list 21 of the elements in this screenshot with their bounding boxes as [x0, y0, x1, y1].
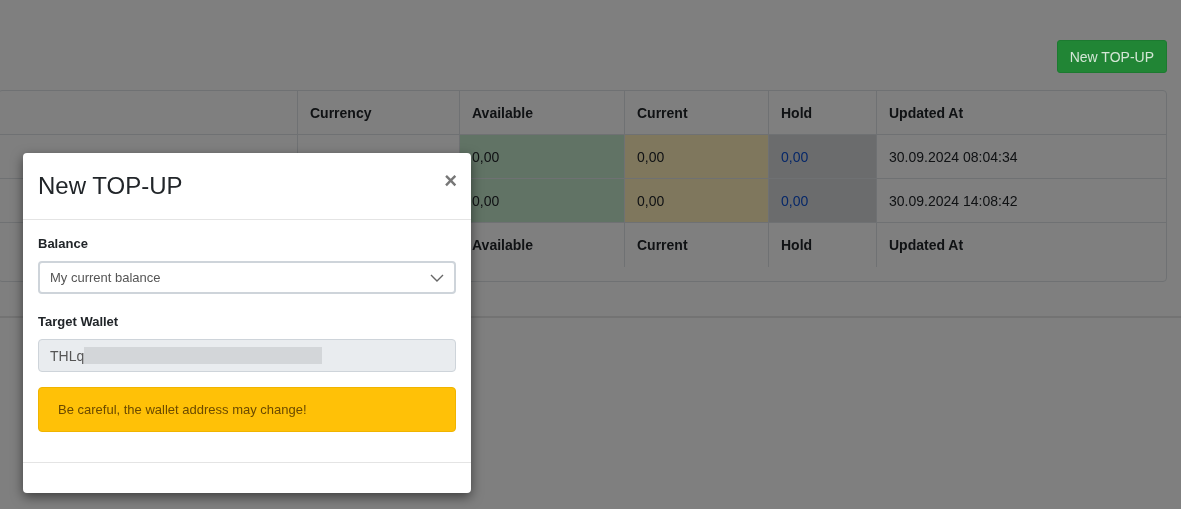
- column-footer: Current: [625, 223, 769, 267]
- table-cell: 0,00: [769, 179, 877, 223]
- modal-title: New TOP-UP: [38, 172, 183, 200]
- field-label: Target Wallet: [38, 314, 120, 329]
- column-header: Updated At: [877, 91, 1166, 135]
- warning-alert: Be careful, the wallet address may change!: [38, 387, 456, 432]
- table-cell: 0,00: [460, 135, 625, 179]
- new-top-up-button[interactable]: New TOP-UP: [1056, 40, 1167, 73]
- table-cell: 0,00: [625, 179, 769, 223]
- column-footer: Hold: [769, 223, 877, 267]
- balance-select[interactable]: My current balance: [38, 261, 456, 294]
- close-button[interactable]: ×: [444, 170, 457, 192]
- column-header: Currency: [298, 91, 460, 135]
- wallet-field[interactable]: THLq: [38, 339, 456, 372]
- column-footer: Updated At: [877, 223, 1166, 267]
- field-label: Balance: [38, 236, 89, 251]
- table-cell: 0,00: [769, 135, 877, 179]
- table-cell: 30.09.2024 08:04:34: [877, 135, 1166, 179]
- table-cell: 30.09.2024 14:08:42: [877, 179, 1166, 223]
- table-cell: 0,00: [625, 135, 769, 179]
- chevron-down-icon: [430, 273, 444, 282]
